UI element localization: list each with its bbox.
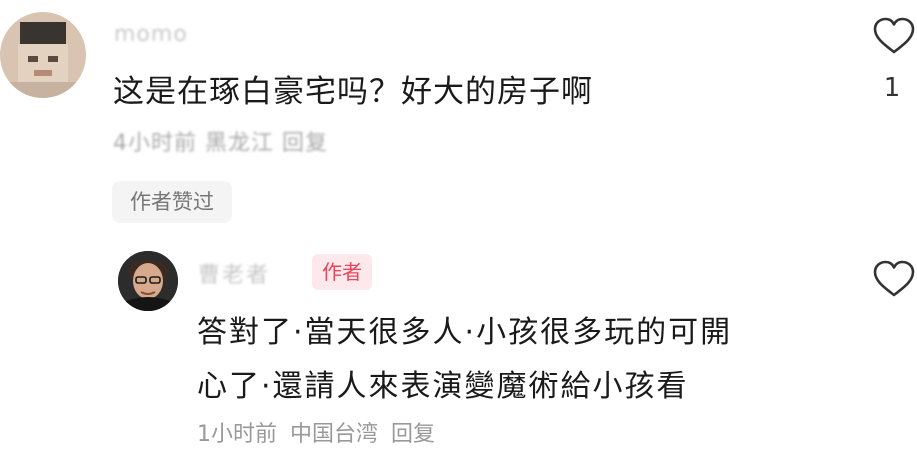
like-count: 1	[883, 73, 901, 103]
comment-meta: 4小时前 黑龙江 回复	[113, 125, 328, 157]
comment-text: 这是在琢白豪宅吗？好大的房子啊	[113, 74, 593, 110]
reply-like-heart-icon[interactable]	[872, 259, 916, 299]
reply-author-username[interactable]: 曹老者	[198, 257, 270, 289]
commenter-username[interactable]: momo	[114, 22, 188, 47]
comment-reply-button[interactable]: 回复	[282, 131, 328, 156]
reply-reply-button[interactable]: 回复	[391, 422, 435, 447]
reply-meta: 1小时前 中国台湾 回复	[197, 416, 441, 448]
reply-text-line-1: 答對了·當天很多人·小孩很多玩的可開	[197, 315, 733, 350]
commenter-avatar[interactable]	[0, 12, 86, 98]
comment-time: 4小时前	[113, 131, 197, 156]
author-liked-badge: 作者赞过	[112, 181, 232, 223]
author-badge: 作者	[312, 254, 372, 290]
reply-location: 中国台湾	[290, 422, 379, 447]
reply-author-avatar[interactable]	[118, 251, 178, 311]
reply-time: 1小时前	[197, 422, 277, 447]
like-heart-icon[interactable]	[872, 16, 916, 56]
reply-text-line-2: 心了·還請人來表演變魔術給小孩看	[197, 369, 689, 404]
comment-location: 黑龙江	[205, 131, 275, 156]
